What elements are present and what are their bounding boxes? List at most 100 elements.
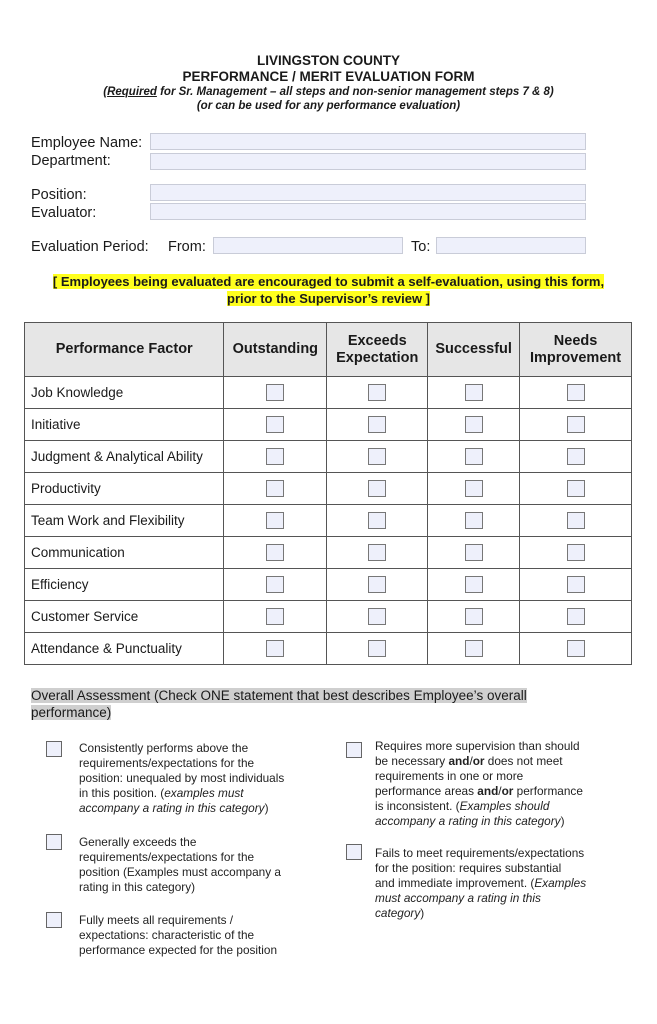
rating-cell-outstanding: [223, 632, 328, 665]
rating-cell-outstanding: [223, 536, 328, 569]
evaluator-field[interactable]: [150, 203, 586, 220]
rating-checkbox-needs-improvement[interactable]: [566, 608, 585, 625]
rating-checkbox-needs-improvement[interactable]: [566, 448, 585, 465]
rating-checkbox-successful[interactable]: [464, 512, 483, 529]
rating-cell-outstanding: [223, 568, 328, 601]
performance-factor-label: Customer Service: [23, 600, 225, 633]
rating-checkbox-exceeds[interactable]: [368, 384, 387, 401]
rating-cell-successful: [427, 472, 521, 505]
table-row: Initiative: [23, 408, 632, 441]
rating-cell-successful: [427, 504, 521, 537]
form-subtitle-optional: (or can be used for any performance eval…: [196, 100, 461, 112]
rating-cell-outstanding: [223, 440, 328, 473]
rating-checkbox-successful[interactable]: [464, 384, 483, 401]
to-label: To:: [411, 239, 431, 255]
rating-cell-successful: [427, 568, 521, 601]
rating-checkbox-outstanding[interactable]: [266, 576, 285, 593]
table-row: Job Knowledge: [23, 376, 632, 409]
position-field[interactable]: [150, 184, 586, 201]
header-outstanding: Outstanding: [223, 322, 328, 377]
overall-checkbox-consistently-above[interactable]: [46, 741, 62, 757]
rating-cell-needs-improvement: [519, 632, 632, 665]
rating-cell-needs-improvement: [519, 408, 632, 441]
overall-checkbox-fails-to-meet[interactable]: [346, 844, 362, 860]
department-label: Department:: [31, 153, 111, 169]
table-row: Attendance & Punctuality: [23, 632, 632, 665]
rating-checkbox-exceeds[interactable]: [368, 512, 387, 529]
rating-checkbox-successful[interactable]: [464, 608, 483, 625]
notice-line-2: prior to the Supervisor’s review ]: [227, 291, 430, 306]
rating-checkbox-successful[interactable]: [464, 544, 483, 561]
overall-option-fully-meets: Fully meets all requirements / expectati…: [46, 912, 326, 962]
rating-checkbox-exceeds[interactable]: [368, 416, 387, 433]
rating-cell-exceeds: [326, 408, 429, 441]
employee-name-field[interactable]: [150, 133, 586, 150]
rating-cell-needs-improvement: [519, 568, 632, 601]
rating-checkbox-exceeds[interactable]: [368, 640, 387, 657]
self-evaluation-notice: [ Employees being evaluated are encourag…: [0, 273, 657, 307]
rating-checkbox-successful[interactable]: [464, 448, 483, 465]
performance-factor-label: Productivity: [23, 472, 225, 505]
rating-checkbox-outstanding[interactable]: [266, 640, 285, 657]
rating-cell-successful: [427, 408, 521, 441]
rating-checkbox-needs-improvement[interactable]: [566, 480, 585, 497]
overall-checkbox-fully-meets[interactable]: [46, 912, 62, 928]
rating-checkbox-needs-improvement[interactable]: [566, 544, 585, 561]
rating-cell-exceeds: [326, 536, 429, 569]
rating-checkbox-outstanding[interactable]: [266, 416, 285, 433]
table-row: Judgment & Analytical Ability: [23, 440, 632, 473]
rating-cell-exceeds: [326, 632, 429, 665]
rating-cell-successful: [427, 376, 521, 409]
overall-option-consistently-above: Consistently performs above the requirem…: [46, 741, 326, 821]
rating-cell-outstanding: [223, 376, 328, 409]
rating-cell-outstanding: [223, 504, 328, 537]
table-row: Team Work and Flexibility: [23, 504, 632, 537]
rating-checkbox-needs-improvement[interactable]: [566, 384, 585, 401]
header-performance-factor: Performance Factor: [23, 322, 225, 377]
employee-name-label: Employee Name:: [31, 135, 143, 151]
rating-cell-successful: [427, 440, 521, 473]
rating-checkbox-outstanding[interactable]: [266, 608, 285, 625]
table-row: Efficiency: [23, 568, 632, 601]
to-date-field[interactable]: [436, 237, 586, 254]
rating-checkbox-needs-improvement[interactable]: [566, 640, 585, 657]
performance-factor-label: Judgment & Analytical Ability: [23, 440, 225, 473]
form-title: PERFORMANCE / MERIT EVALUATION FORM: [182, 69, 475, 84]
rating-cell-outstanding: [223, 408, 328, 441]
header-successful: Successful: [427, 322, 521, 377]
performance-factor-label: Initiative: [23, 408, 225, 441]
department-field[interactable]: [150, 153, 586, 170]
rating-checkbox-outstanding[interactable]: [266, 384, 285, 401]
form-subtitle-required: (Required for Sr. Management – all steps…: [103, 86, 554, 98]
performance-factor-label: Job Knowledge: [23, 376, 225, 409]
rating-cell-needs-improvement: [519, 504, 632, 537]
rating-checkbox-successful[interactable]: [464, 576, 483, 593]
performance-factor-label: Efficiency: [23, 568, 225, 601]
rating-checkbox-needs-improvement[interactable]: [566, 416, 585, 433]
overall-checkbox-generally-exceeds[interactable]: [46, 834, 62, 850]
overall-checkbox-requires-supervision[interactable]: [346, 742, 362, 758]
rating-checkbox-outstanding[interactable]: [266, 448, 285, 465]
rating-checkbox-outstanding[interactable]: [266, 480, 285, 497]
rating-checkbox-outstanding[interactable]: [266, 544, 285, 561]
rating-checkbox-exceeds[interactable]: [368, 608, 387, 625]
overall-assessment-heading: Overall Assessment (Check ONE statement …: [31, 688, 527, 720]
from-date-field[interactable]: [213, 237, 403, 254]
table-header-row: Performance Factor Outstanding Exceeds Ex…: [23, 322, 632, 377]
rating-checkbox-needs-improvement[interactable]: [566, 512, 585, 529]
rating-cell-needs-improvement: [519, 472, 632, 505]
header-exceeds-expectation: Exceeds Expectation: [326, 322, 429, 377]
form-header: LIVINGSTON COUNTY PERFORMANCE / MERIT EV…: [0, 53, 657, 113]
rating-checkbox-successful[interactable]: [464, 480, 483, 497]
rating-checkbox-needs-improvement[interactable]: [566, 576, 585, 593]
rating-checkbox-exceeds[interactable]: [368, 544, 387, 561]
rating-checkbox-exceeds[interactable]: [368, 448, 387, 465]
rating-checkbox-exceeds[interactable]: [368, 480, 387, 497]
rating-checkbox-outstanding[interactable]: [266, 512, 285, 529]
notice-line-1: [ Employees being evaluated are encourag…: [52, 274, 605, 289]
rating-cell-exceeds: [326, 440, 429, 473]
rating-checkbox-successful[interactable]: [464, 416, 483, 433]
rating-checkbox-exceeds[interactable]: [368, 576, 387, 593]
rating-checkbox-successful[interactable]: [464, 640, 483, 657]
rating-cell-exceeds: [326, 376, 429, 409]
